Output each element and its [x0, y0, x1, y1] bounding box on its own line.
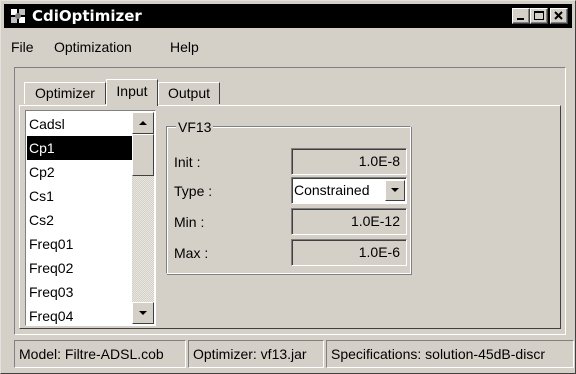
- title-bar[interactable]: CdiOptimizer: [4, 4, 572, 28]
- list-item[interactable]: Cs2: [27, 208, 132, 232]
- parameter-group-title: VF13: [176, 119, 214, 135]
- menu-help[interactable]: Help: [170, 39, 199, 55]
- min-label: Min :: [174, 214, 205, 230]
- status-optimizer: Optimizer: vf13.jar: [188, 340, 324, 368]
- init-label: Init :: [174, 154, 201, 170]
- menu-bar: File Optimization Help: [4, 30, 572, 62]
- type-label: Type :: [174, 183, 213, 199]
- menu-optimization[interactable]: Optimization: [54, 39, 132, 55]
- list-scrollbar[interactable]: [132, 112, 154, 324]
- list-item[interactable]: Freq01: [27, 232, 132, 256]
- status-model: Model: Filtre-ADSL.cob: [14, 340, 186, 368]
- arrow-down-icon: [139, 311, 147, 315]
- type-select-value: Constrained: [294, 182, 370, 198]
- tab-optimizer[interactable]: Optimizer: [24, 82, 106, 104]
- list-item[interactable]: Freq04: [27, 304, 132, 324]
- list-item[interactable]: Freq02: [27, 256, 132, 280]
- list-item-selected[interactable]: Cp1: [27, 136, 132, 160]
- minimize-icon: [517, 18, 524, 20]
- list-item[interactable]: Cs1: [27, 184, 132, 208]
- chevron-down-icon: [391, 188, 399, 192]
- type-select-button[interactable]: [385, 180, 405, 201]
- scroll-up-button[interactable]: [132, 112, 154, 134]
- close-icon: [554, 11, 563, 20]
- app-icon: [11, 9, 25, 23]
- maximize-icon: [534, 11, 544, 20]
- maximize-button[interactable]: [530, 8, 548, 24]
- list-item[interactable]: Freq03: [27, 280, 132, 304]
- list-item[interactable]: Cadsl: [27, 112, 132, 136]
- tab-input[interactable]: Input: [106, 79, 158, 106]
- scroll-thumb[interactable]: [132, 134, 154, 176]
- init-field[interactable]: 1.0E-8: [291, 148, 407, 175]
- variable-list-items: Cadsl Cp1 Cp2 Cs1 Cs2 Freq01 Freq02 Freq…: [27, 112, 132, 324]
- window-title: CdiOptimizer: [32, 7, 142, 25]
- variable-list[interactable]: Cadsl Cp1 Cp2 Cs1 Cs2 Freq01 Freq02 Freq…: [25, 110, 156, 326]
- scroll-down-button[interactable]: [132, 302, 154, 324]
- close-button[interactable]: [550, 8, 568, 24]
- max-field[interactable]: 1.0E-6: [291, 239, 407, 266]
- type-select[interactable]: Constrained: [291, 177, 407, 204]
- list-item[interactable]: Cp2: [27, 160, 132, 184]
- arrow-up-icon: [139, 121, 147, 125]
- min-field[interactable]: 1.0E-12: [291, 208, 407, 235]
- minimize-button[interactable]: [512, 8, 530, 24]
- tab-output[interactable]: Output: [158, 82, 220, 104]
- max-label: Max :: [174, 245, 209, 261]
- status-specifications: Specifications: solution-45dB-discr: [326, 340, 574, 368]
- menu-file[interactable]: File: [11, 39, 34, 55]
